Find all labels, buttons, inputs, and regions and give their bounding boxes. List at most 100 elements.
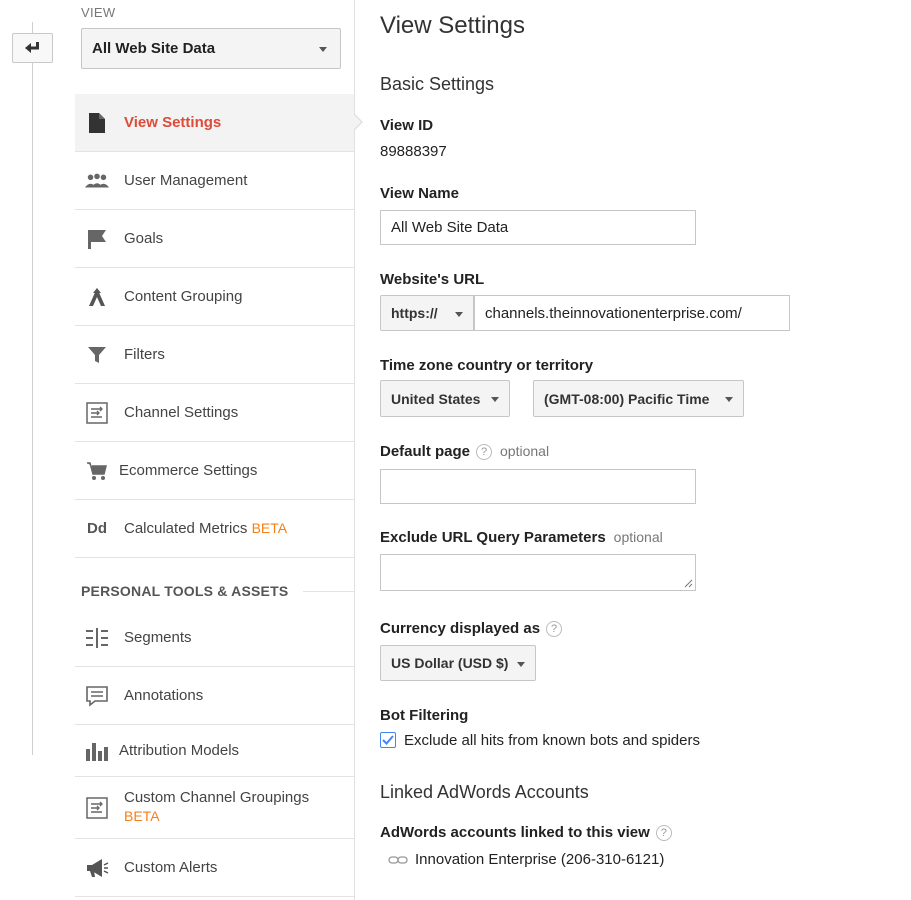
default-page-input[interactable]	[380, 469, 696, 504]
view-label: VIEW	[81, 5, 116, 20]
bot-filtering-label: Bot Filtering	[380, 707, 469, 724]
link-icon	[388, 855, 408, 864]
view-id-value: 89888397	[380, 143, 447, 160]
timezone-value: (GMT-08:00) Pacific Time	[544, 390, 710, 407]
currency-value: US Dollar (USD $)	[391, 655, 509, 671]
segments-icon	[85, 626, 109, 650]
sidebar-item-label: Goals	[124, 230, 164, 247]
sidebar-item-content-grouping[interactable]: Content Grouping	[75, 268, 354, 326]
default-page-label: Default page	[380, 443, 471, 460]
beta-badge: BETA	[251, 520, 288, 536]
sidebar-item-label-wrap: Calculated Metrics BETA	[124, 520, 287, 537]
sidebar-item-custom-alerts[interactable]: Custom Alerts	[75, 839, 354, 897]
currency-label: Currency displayed as	[380, 620, 541, 637]
protocol-select[interactable]: https://	[380, 295, 474, 331]
sidebar-item-label: Content Grouping	[124, 288, 243, 305]
sidebar-item-label: Ecommerce Settings	[119, 462, 258, 479]
exclude-params-label-row: Exclude URL Query Parameters optional	[380, 529, 663, 546]
section-heading-personal-tools: PERSONAL TOOLS & ASSETS	[81, 583, 289, 599]
channel-settings-icon	[85, 401, 109, 425]
timezone-select[interactable]: (GMT-08:00) Pacific Time	[533, 380, 744, 417]
chevron-down-icon	[319, 47, 327, 52]
checkmark-icon	[382, 735, 394, 745]
sidebar-divider	[354, 0, 355, 900]
country-value: United States	[391, 390, 481, 407]
sidebar-item-label: Segments	[124, 629, 192, 646]
annotation-icon	[85, 684, 109, 708]
help-icon[interactable]: ?	[655, 825, 672, 841]
chevron-down-icon	[491, 397, 499, 402]
default-page-label-row: Default page? optional	[380, 443, 549, 460]
sidebar-item-channel-settings[interactable]: Channel Settings	[75, 384, 354, 442]
optional-label: optional	[613, 529, 663, 545]
exclude-params-textarea[interactable]	[380, 554, 696, 591]
rail-line	[32, 22, 33, 755]
resize-handle-icon[interactable]	[684, 579, 693, 588]
channel-settings-icon	[85, 796, 109, 820]
beta-badge: BETA	[124, 808, 160, 824]
sidebar-item-filters[interactable]: Filters	[75, 326, 354, 384]
sidebar-item-segments[interactable]: Segments	[75, 609, 354, 667]
sidebar-item-label: Custom Alerts	[124, 859, 218, 876]
adwords-linked-label: AdWords accounts linked to this view	[380, 824, 650, 841]
sidebar-item-custom-channel-groupings[interactable]: Custom Channel Groupings BETA	[75, 777, 354, 839]
cart-icon	[85, 459, 109, 483]
basic-settings-heading: Basic Settings	[380, 74, 495, 94]
protocol-value: https://	[391, 305, 438, 321]
section-rule	[303, 591, 354, 592]
active-pointer	[353, 113, 363, 131]
website-url-input[interactable]: channels.theinnovationenterprise.com/	[474, 295, 790, 331]
chevron-down-icon	[725, 397, 733, 402]
sidebar-item-goals[interactable]: Goals	[75, 210, 354, 268]
megaphone-icon	[85, 856, 109, 880]
personal-tools-nav: Segments Annotations Attribution Models …	[75, 609, 354, 897]
country-select[interactable]: United States	[380, 380, 510, 417]
bot-filtering-text: Exclude all hits from known bots and spi…	[404, 732, 700, 749]
sidebar-item-label: Channel Settings	[124, 404, 239, 421]
sidebar-item-annotations[interactable]: Annotations	[75, 667, 354, 725]
document-icon	[85, 111, 109, 135]
content-grouping-icon	[85, 285, 109, 309]
view-id-label: View ID	[380, 117, 434, 134]
bar-chart-icon	[85, 739, 109, 763]
view-name-input[interactable]: All Web Site Data	[380, 210, 696, 245]
view-select[interactable]: All Web Site Data	[81, 28, 341, 69]
linked-adwords-heading: Linked AdWords Accounts	[380, 782, 589, 802]
chevron-down-icon	[517, 662, 525, 667]
view-select-value: All Web Site Data	[92, 40, 216, 57]
sidebar-item-label: Attribution Models	[119, 742, 240, 759]
sidebar-item-calculated-metrics[interactable]: Dd Calculated Metrics BETA	[75, 500, 354, 558]
sidebar-item-user-management[interactable]: User Management	[75, 152, 354, 210]
sidebar-item-label: Custom Channel Groupings	[124, 789, 310, 806]
dd-icon: Dd	[87, 520, 107, 537]
sidebar-item-ecommerce-settings[interactable]: Ecommerce Settings	[75, 442, 354, 500]
help-icon[interactable]: ?	[546, 621, 563, 637]
sidebar-item-label: Annotations	[124, 687, 204, 704]
back-arrow-icon	[24, 42, 39, 53]
currency-label-row: Currency displayed as?	[380, 620, 563, 637]
view-nav: View Settings User Management Goals Cont…	[75, 94, 354, 558]
currency-select[interactable]: US Dollar (USD $)	[380, 645, 536, 681]
sidebar-item-label: Filters	[124, 346, 165, 363]
sidebar-item-label-wrap: Custom Channel Groupings BETA	[124, 789, 309, 826]
exclude-params-label: Exclude URL Query Parameters	[380, 529, 606, 546]
chevron-down-icon	[455, 312, 463, 317]
back-button[interactable]	[12, 33, 53, 63]
view-name-label: View Name	[380, 185, 459, 202]
page-title: View Settings	[380, 12, 525, 39]
website-url-label: Website's URL	[380, 271, 485, 288]
sidebar-item-label: View Settings	[124, 114, 222, 131]
sidebar-item-label: Calculated Metrics	[124, 520, 248, 537]
optional-label: optional	[500, 443, 550, 459]
adwords-account-row[interactable]: Innovation Enterprise (206-310-6121)	[388, 851, 664, 868]
sidebar-item-view-settings[interactable]: View Settings	[75, 94, 354, 152]
adwords-linked-label-row: AdWords accounts linked to this view?	[380, 824, 672, 841]
help-icon[interactable]: ?	[476, 444, 493, 460]
sidebar-item-label: User Management	[124, 172, 248, 189]
flag-icon	[85, 227, 109, 251]
sidebar-item-attribution-models[interactable]: Attribution Models	[75, 725, 354, 777]
users-icon	[85, 169, 109, 193]
bot-filtering-checkbox[interactable]	[380, 732, 396, 748]
adwords-account: Innovation Enterprise (206-310-6121)	[415, 851, 665, 868]
timezone-label: Time zone country or territory	[380, 357, 594, 374]
